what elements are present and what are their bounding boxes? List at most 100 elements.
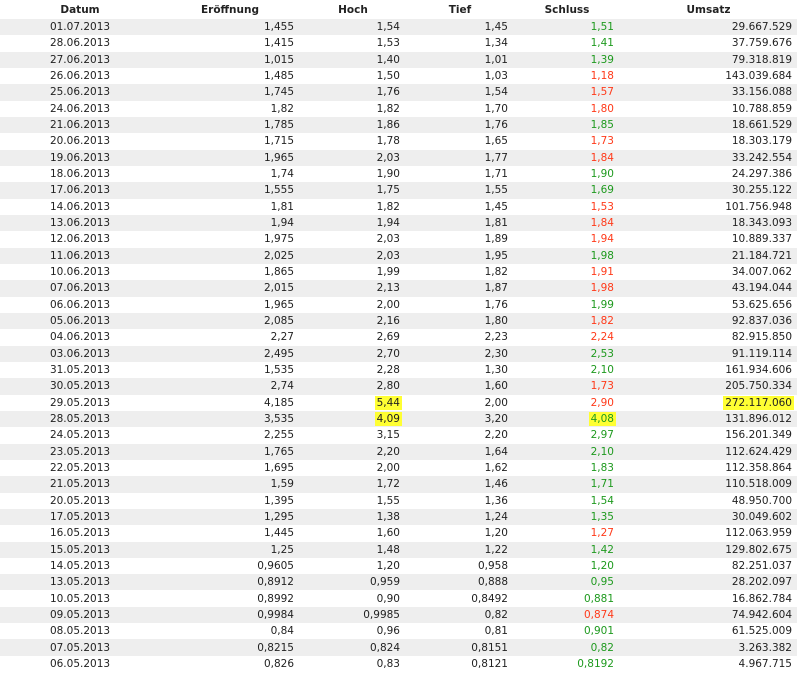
low-cell: 1,64 xyxy=(406,443,514,460)
low-cell: 2,00 xyxy=(406,395,514,411)
date-cell-value: 24.05.2013 xyxy=(49,429,111,442)
header-tief[interactable]: Tief xyxy=(406,0,514,19)
low-cell-value: 1,81 xyxy=(484,217,508,230)
close-cell: 2,10 xyxy=(514,443,620,460)
low-cell: 0,82 xyxy=(406,606,514,624)
close-cell-value: 0,881 xyxy=(583,592,614,605)
high-cell-value: 1,76 xyxy=(376,86,400,99)
low-cell: 0,8121 xyxy=(406,656,514,672)
close-cell: 1,35 xyxy=(514,508,620,526)
date-cell-value: 05.06.2013 xyxy=(49,315,111,328)
open-cell: 1,865 xyxy=(160,264,300,280)
low-cell: 1,71 xyxy=(406,166,514,182)
open-cell: 1,745 xyxy=(160,84,300,101)
low-cell-value: 1,76 xyxy=(484,298,508,311)
high-cell: 1,78 xyxy=(300,133,406,149)
table-row: 28.05.2013 3,535 4,09 3,20 4,08 131.896.012 xyxy=(0,410,797,428)
close-cell: 2,90 xyxy=(514,395,620,411)
volume-cell-value: 74.942.604 xyxy=(731,608,792,621)
low-cell-value: 1,89 xyxy=(484,233,508,246)
low-cell: 1,01 xyxy=(406,51,514,68)
low-cell: 1,22 xyxy=(406,541,514,558)
close-cell: 1,91 xyxy=(514,264,620,280)
volume-cell: 79.318.819 xyxy=(620,51,797,68)
header-eroeffnung[interactable]: Eröffnung xyxy=(160,0,300,19)
high-cell: 1,94 xyxy=(300,214,406,232)
close-cell: 1,57 xyxy=(514,84,620,101)
high-cell-value: 2,03 xyxy=(376,233,400,246)
high-cell: 1,86 xyxy=(300,116,406,134)
volume-cell-value: 92.837.036 xyxy=(731,315,792,328)
volume-cell-value: 101.756.948 xyxy=(725,200,792,213)
close-cell-value: 0,95 xyxy=(590,576,614,589)
close-cell: 1,98 xyxy=(514,280,620,297)
volume-cell: 18.661.529 xyxy=(620,116,797,134)
open-cell: 2,015 xyxy=(160,280,300,297)
low-cell-value: 1,45 xyxy=(484,21,508,34)
high-cell: 2,13 xyxy=(300,280,406,297)
close-cell: 2,53 xyxy=(514,345,620,362)
low-cell-value: 1,87 xyxy=(484,282,508,295)
low-cell-value: 1,34 xyxy=(484,37,508,50)
close-cell: 1,80 xyxy=(514,101,620,117)
date-cell-value: 10.05.2013 xyxy=(49,592,111,605)
table-row: 03.06.2013 2,495 2,70 2,30 2,53 91.119.114 xyxy=(0,345,797,362)
low-cell: 2,20 xyxy=(406,427,514,443)
open-cell-value: 2,255 xyxy=(263,429,294,442)
header-datum[interactable]: Datum xyxy=(0,0,160,19)
low-cell: 0,888 xyxy=(406,574,514,591)
table-row: 31.05.2013 1,535 2,28 1,30 2,10 161.934.606 xyxy=(0,362,797,378)
date-cell-value: 08.05.2013 xyxy=(49,625,111,638)
low-cell-value: 2,23 xyxy=(484,331,508,344)
high-cell: 3,15 xyxy=(300,427,406,443)
date-cell-value: 10.06.2013 xyxy=(49,266,111,279)
date-cell: 24.06.2013 xyxy=(0,101,160,117)
table-row: 05.06.2013 2,085 2,16 1,80 1,82 92.837.036 xyxy=(0,312,797,330)
open-cell: 1,965 xyxy=(160,297,300,313)
volume-cell-value: 112.063.959 xyxy=(725,527,792,540)
low-cell-value: 1,46 xyxy=(484,478,508,491)
low-cell: 1,60 xyxy=(406,378,514,395)
high-cell-value: 2,13 xyxy=(376,282,400,295)
date-cell-value: 19.06.2013 xyxy=(49,151,111,164)
high-cell: 2,16 xyxy=(300,312,406,330)
high-cell: 5,44 xyxy=(300,395,406,411)
close-cell: 2,24 xyxy=(514,329,620,345)
high-cell-value: 2,70 xyxy=(376,347,400,360)
open-cell-value: 1,695 xyxy=(263,462,294,475)
table-row: 13.05.2013 0,8912 0,959 0,888 0,95 28.202.097 xyxy=(0,574,797,591)
close-cell-value: 1,98 xyxy=(590,249,614,262)
volume-cell: 129.802.675 xyxy=(620,541,797,558)
volume-cell-value: 91.119.114 xyxy=(731,347,792,360)
date-cell: 21.05.2013 xyxy=(0,476,160,493)
volume-cell-value: 34.007.062 xyxy=(731,266,792,279)
date-cell: 21.06.2013 xyxy=(0,116,160,134)
price-history-table: Datum Eröffnung Hoch Tief Schluss Umsatz… xyxy=(0,0,797,672)
volume-cell: 82.915.850 xyxy=(620,329,797,345)
open-cell: 1,395 xyxy=(160,493,300,509)
open-cell-value: 0,8992 xyxy=(257,592,294,605)
table-row: 29.05.2013 4,185 5,44 2,00 2,90 272.117.060 xyxy=(0,395,797,411)
table-row: 17.05.2013 1,295 1,38 1,24 1,35 30.049.602 xyxy=(0,508,797,526)
low-cell-value: 1,60 xyxy=(484,380,508,393)
header-schluss[interactable]: Schluss xyxy=(514,0,620,19)
date-cell-value: 20.06.2013 xyxy=(49,135,111,148)
date-cell: 03.06.2013 xyxy=(0,345,160,362)
low-cell: 0,958 xyxy=(406,558,514,574)
date-cell-value: 22.05.2013 xyxy=(49,462,111,475)
header-umsatz[interactable]: Umsatz xyxy=(620,0,797,19)
open-cell-value: 0,9605 xyxy=(257,559,294,572)
close-cell-value: 1,84 xyxy=(590,151,614,164)
header-hoch[interactable]: Hoch xyxy=(300,0,406,19)
open-cell: 0,84 xyxy=(160,623,300,639)
low-cell-value: 2,00 xyxy=(484,396,508,409)
high-cell-value: 1,78 xyxy=(376,135,400,148)
open-cell-value: 1,765 xyxy=(263,445,294,458)
low-cell: 1,76 xyxy=(406,297,514,313)
low-cell: 1,80 xyxy=(406,312,514,330)
open-cell-value: 1,965 xyxy=(263,151,294,164)
low-cell: 1,36 xyxy=(406,493,514,509)
low-cell-value: 1,20 xyxy=(484,527,508,540)
high-cell-value: 2,16 xyxy=(376,315,400,328)
date-cell: 10.05.2013 xyxy=(0,590,160,606)
